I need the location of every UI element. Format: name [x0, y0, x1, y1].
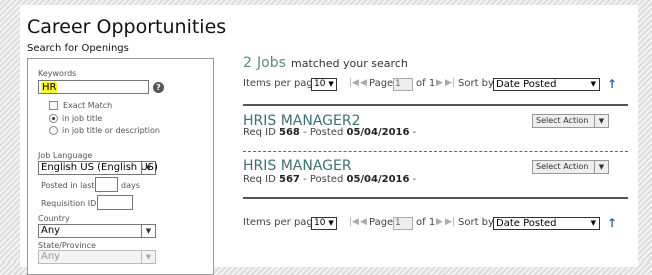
last-page-icon[interactable]: ▶| — [445, 78, 455, 88]
job-title-link[interactable]: HRIS MANAGER — [243, 158, 352, 174]
job-separator — [243, 151, 628, 152]
job-meta: Req ID 567 - Posted 05/04/2016 - — [243, 174, 416, 185]
select-action-dropdown[interactable]: Select Action ▼ — [532, 114, 609, 128]
posted-in-last-label: Posted in last: — [41, 181, 98, 190]
chevron-down-icon: ▼ — [328, 219, 334, 227]
chevron-down-icon: ▼ — [141, 162, 155, 174]
chevron-down-icon: ▼ — [328, 80, 334, 88]
page-number-input[interactable]: 1 — [393, 78, 413, 91]
items-per-page-select[interactable]: 10 ▼ — [311, 78, 337, 91]
first-page-icon[interactable]: |◀ — [349, 78, 359, 88]
sort-by-select[interactable]: Date Posted ▼ — [493, 78, 600, 91]
days-label: days — [121, 181, 140, 190]
posted-date: 05/04/2016 — [346, 127, 410, 138]
select-action-label: Select Action — [536, 162, 589, 171]
job-meta: Req ID 568 - Posted 05/04/2016 - — [243, 127, 416, 138]
select-action-dropdown[interactable]: Select Action ▼ — [532, 160, 609, 174]
results-count-suffix: matched your search — [290, 57, 408, 70]
posted-date: 05/04/2016 — [346, 174, 410, 185]
careers-page: Career Opportunities Search for Openings… — [20, 5, 638, 275]
chevron-down-icon: ▼ — [590, 80, 596, 88]
posted-label: - Posted — [303, 174, 344, 185]
page-title: Career Opportunities — [27, 16, 227, 38]
page-of-label: of 1 — [416, 78, 436, 89]
keywords-input[interactable]: HR — [38, 80, 149, 94]
in-job-title-or-description-label: in job title or description — [62, 126, 160, 135]
meta-trailing-dash: - — [412, 174, 417, 185]
sort-by-value: Date Posted — [496, 79, 557, 90]
last-page-icon[interactable]: ▶| — [445, 217, 455, 227]
chevron-down-icon: ▼ — [594, 115, 608, 127]
sort-ascending-icon[interactable]: ↑ — [607, 216, 617, 230]
req-id-value: 567 — [279, 174, 300, 185]
chevron-down-icon: ▼ — [141, 251, 155, 263]
prev-page-icon[interactable]: ◀ — [360, 78, 367, 88]
sort-by-value: Date Posted — [496, 218, 557, 229]
pager-top: Items per page 10 ▼ |◀ ◀ Page 1 of 1 ▶ ▶… — [243, 77, 638, 94]
items-per-page-select[interactable]: 10 ▼ — [311, 217, 337, 230]
posted-in-last-input[interactable] — [95, 177, 118, 192]
keywords-label: Keywords — [38, 69, 77, 78]
req-id-label: Req ID — [243, 174, 276, 185]
sort-by-label: Sort by: — [458, 78, 497, 89]
req-id-value: 568 — [279, 127, 300, 138]
page-of-label: of 1 — [416, 217, 436, 228]
requisition-id-label: Requisition ID: — [41, 199, 99, 208]
in-job-title-or-description-radio[interactable] — [49, 126, 58, 135]
state-province-value: Any — [41, 251, 61, 262]
results-count-number: 2 — [243, 55, 252, 71]
page-number-value: 1 — [395, 218, 401, 228]
in-job-title-label: in job title — [62, 114, 103, 123]
first-page-icon[interactable]: |◀ — [349, 217, 359, 227]
prev-page-icon[interactable]: ◀ — [360, 217, 367, 227]
job-language-select[interactable]: English US (English US) ▼ — [38, 161, 158, 175]
posted-label: - Posted — [303, 127, 344, 138]
keywords-value: HR — [41, 82, 58, 93]
job-language-label: Job Language — [38, 151, 93, 160]
sort-ascending-icon[interactable]: ↑ — [607, 77, 617, 91]
in-job-title-radio[interactable] — [49, 114, 58, 123]
select-action-label: Select Action — [536, 116, 589, 125]
page-label: Page — [369, 78, 394, 89]
items-per-page-value: 10 — [314, 79, 326, 89]
country-label: Country — [38, 214, 70, 223]
search-panel: Keywords HR ? Exact Match in job title i… — [27, 58, 214, 275]
page-number-value: 1 — [395, 79, 401, 89]
chevron-down-icon: ▼ — [590, 219, 596, 227]
results-count-word: Jobs — [257, 55, 286, 71]
items-per-page-label: Items per page — [243, 78, 319, 89]
req-id-label: Req ID — [243, 127, 276, 138]
chevron-down-icon: ▼ — [141, 225, 155, 237]
search-section-heading: Search for Openings — [27, 43, 129, 54]
chevron-down-icon: ▼ — [594, 161, 608, 173]
state-province-label: State/Province — [38, 241, 96, 250]
meta-trailing-dash: - — [412, 127, 417, 138]
pager-bottom: Items per page 10 ▼ |◀ ◀ Page 1 of 1 ▶ ▶… — [243, 216, 638, 233]
country-select[interactable]: Any ▼ — [38, 224, 156, 238]
exact-match-label: Exact Match — [63, 101, 113, 110]
items-per-page-label: Items per page — [243, 217, 319, 228]
results-bottom-divider — [243, 197, 628, 199]
next-page-icon[interactable]: ▶ — [436, 78, 443, 88]
country-value: Any — [41, 225, 61, 236]
results-count: 2 Jobs matched your search — [243, 52, 408, 71]
page-label: Page — [369, 217, 394, 228]
results-top-divider — [243, 104, 628, 106]
sort-by-select[interactable]: Date Posted ▼ — [493, 217, 600, 230]
exact-match-checkbox[interactable] — [49, 101, 58, 110]
requisition-id-input[interactable] — [97, 195, 133, 210]
page-number-input[interactable]: 1 — [393, 217, 413, 230]
items-per-page-value: 10 — [314, 218, 326, 228]
next-page-icon[interactable]: ▶ — [436, 217, 443, 227]
help-icon[interactable]: ? — [153, 82, 164, 93]
sort-by-label: Sort by: — [458, 217, 497, 228]
